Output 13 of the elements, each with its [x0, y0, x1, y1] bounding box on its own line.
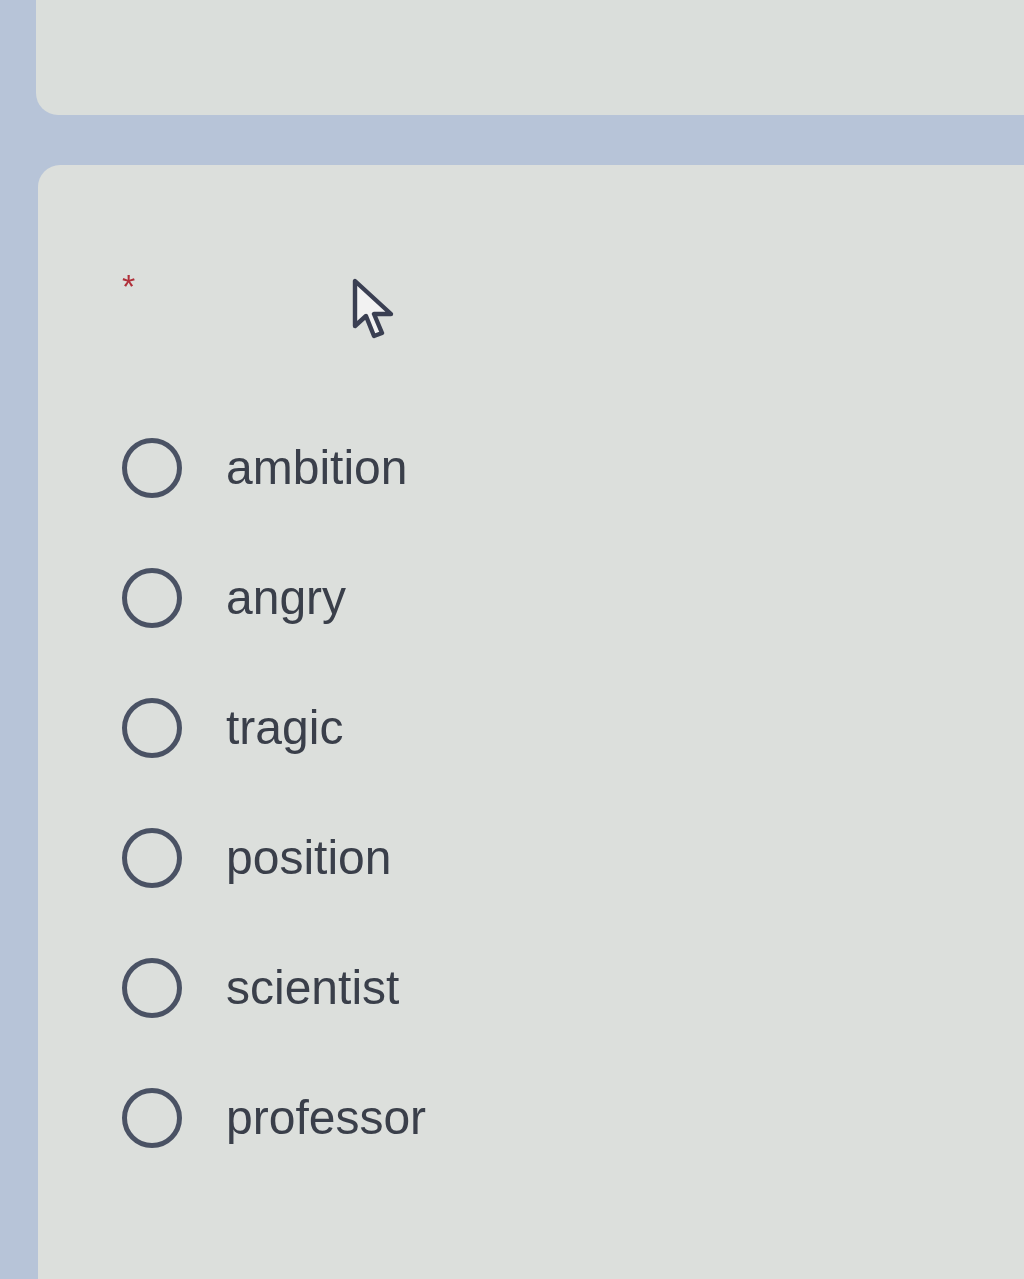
radio-button[interactable] — [122, 698, 182, 758]
option-label[interactable]: tragic — [226, 700, 344, 756]
radio-button[interactable] — [122, 958, 182, 1018]
option-label[interactable]: scientist — [226, 960, 400, 1016]
radio-button[interactable] — [122, 1088, 182, 1148]
option-label[interactable]: angry — [226, 570, 347, 626]
radio-button[interactable] — [122, 438, 182, 498]
radio-button[interactable] — [122, 828, 182, 888]
option-label[interactable]: position — [226, 830, 392, 886]
required-asterisk: * — [122, 269, 136, 303]
radio-button[interactable] — [122, 568, 182, 628]
option-label[interactable]: professor — [226, 1090, 427, 1146]
option-label[interactable]: ambition — [226, 440, 408, 496]
